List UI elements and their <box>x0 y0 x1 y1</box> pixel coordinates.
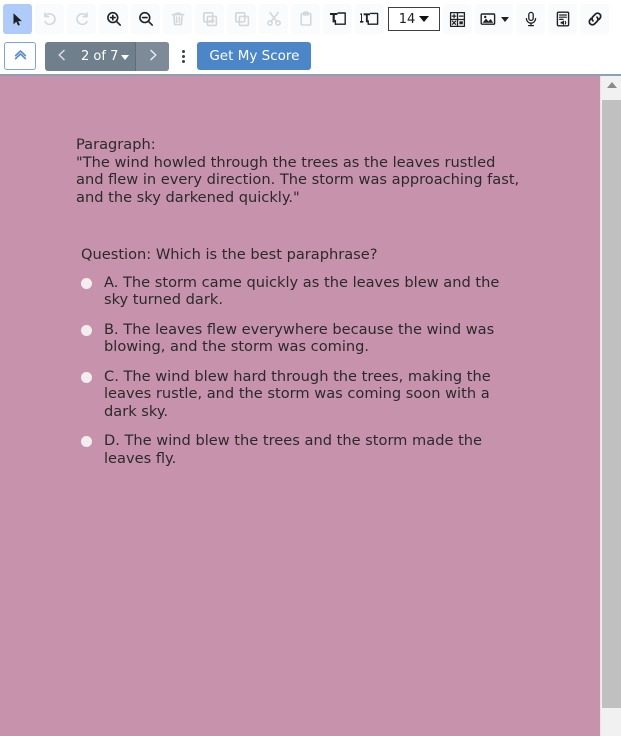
redo-icon <box>73 10 91 28</box>
editor-window: 14 2 of 7 Get My Score Paragraph: "The w… <box>0 0 621 736</box>
main-toolbar: 14 <box>0 0 621 38</box>
question-text: Question: Which is the best paraphrase? <box>81 246 378 263</box>
scissors-icon <box>265 10 283 28</box>
add-text-box-button[interactable] <box>323 4 352 34</box>
duplicate-button[interactable] <box>195 4 224 34</box>
zoom-out-icon <box>137 10 155 28</box>
zoom-in-icon <box>105 10 123 28</box>
redo-button[interactable] <box>67 4 96 34</box>
chevron-down-icon <box>501 16 509 22</box>
page-indicator-label: 2 of 7 <box>81 48 119 64</box>
radio-button-b[interactable] <box>81 324 92 336</box>
paragraph-text: "The wind howled through the trees as th… <box>76 153 520 206</box>
insert-link-button[interactable] <box>580 4 609 34</box>
scroll-up-arrow-icon <box>606 82 617 88</box>
scroll-up-button[interactable] <box>601 76 621 94</box>
chevron-down-icon <box>121 54 130 60</box>
text-box-icon <box>328 10 348 28</box>
duplicate-icon <box>201 10 219 28</box>
paste-button[interactable] <box>291 4 320 34</box>
text-line-icon <box>359 10 381 28</box>
document-audio-icon <box>554 10 572 28</box>
zoom-out-button[interactable] <box>131 4 160 34</box>
image-icon <box>479 10 499 28</box>
answer-option-d[interactable]: D. The wind blew the trees and the storm… <box>76 432 526 467</box>
copy-icon <box>233 10 251 28</box>
read-aloud-button[interactable] <box>548 4 577 34</box>
insert-table-button[interactable] <box>443 4 472 34</box>
cursor-arrow-icon <box>9 11 26 28</box>
previous-page-button[interactable] <box>45 42 79 71</box>
radio-button-c[interactable] <box>81 371 92 383</box>
scrollbar-thumb[interactable] <box>602 100 621 708</box>
undo-icon <box>41 10 59 28</box>
delete-button[interactable] <box>163 4 192 34</box>
page-navigation-bar: 2 of 7 Get My Score <box>0 38 621 74</box>
chevron-down-icon <box>419 16 430 22</box>
kebab-menu-icon <box>181 49 185 63</box>
insert-image-button[interactable] <box>475 4 513 34</box>
select-tool-button[interactable] <box>3 4 32 34</box>
chevron-left-icon <box>55 47 69 66</box>
record-audio-button[interactable] <box>516 4 545 34</box>
answer-option-d-label: D. The wind blew the trees and the storm… <box>104 432 483 467</box>
font-size-value: 14 <box>398 11 416 27</box>
chevron-right-icon <box>146 47 160 66</box>
font-size-select[interactable]: 14 <box>388 7 440 31</box>
undo-button[interactable] <box>35 4 64 34</box>
vertical-scrollbar[interactable] <box>600 76 621 736</box>
paragraph-label: Paragraph: <box>76 136 156 153</box>
collapse-toolbar-button[interactable] <box>4 42 36 70</box>
answer-option-a-label: A. The storm came quickly as the leaves … <box>104 273 500 309</box>
microphone-icon <box>522 10 540 28</box>
add-text-line-button[interactable] <box>355 4 384 34</box>
worksheet-canvas[interactable]: Paragraph: "The wind howled through the … <box>0 76 600 736</box>
clipboard-icon <box>297 10 315 28</box>
table-icon <box>448 10 467 29</box>
radio-button-d[interactable] <box>81 436 92 447</box>
answer-option-c-label: C. The wind blew hard through the trees,… <box>104 367 491 420</box>
get-my-score-button[interactable]: Get My Score <box>197 42 312 70</box>
answer-option-b[interactable]: B. The leaves flew everywhere because th… <box>76 321 526 356</box>
zoom-in-button[interactable] <box>99 4 128 34</box>
pager: 2 of 7 <box>45 41 170 71</box>
cut-button[interactable] <box>259 4 288 34</box>
next-page-button[interactable] <box>135 41 170 71</box>
answer-option-a[interactable]: A. The storm came quickly as the leaves … <box>76 274 526 309</box>
copy-button[interactable] <box>227 4 256 34</box>
radio-button-a[interactable] <box>81 277 92 289</box>
more-options-button[interactable] <box>173 42 193 70</box>
answer-option-c[interactable]: C. The wind blew hard through the trees,… <box>76 368 526 421</box>
link-icon <box>586 10 604 28</box>
answer-option-b-label: B. The leaves flew everywhere because th… <box>104 320 495 356</box>
double-chevron-up-icon <box>12 46 29 67</box>
answer-options-list: A. The storm came quickly as the leaves … <box>76 264 526 468</box>
page-indicator[interactable]: 2 of 7 <box>79 49 135 64</box>
worksheet-content: Paragraph: "The wind howled through the … <box>76 136 526 479</box>
trash-icon <box>169 10 187 28</box>
